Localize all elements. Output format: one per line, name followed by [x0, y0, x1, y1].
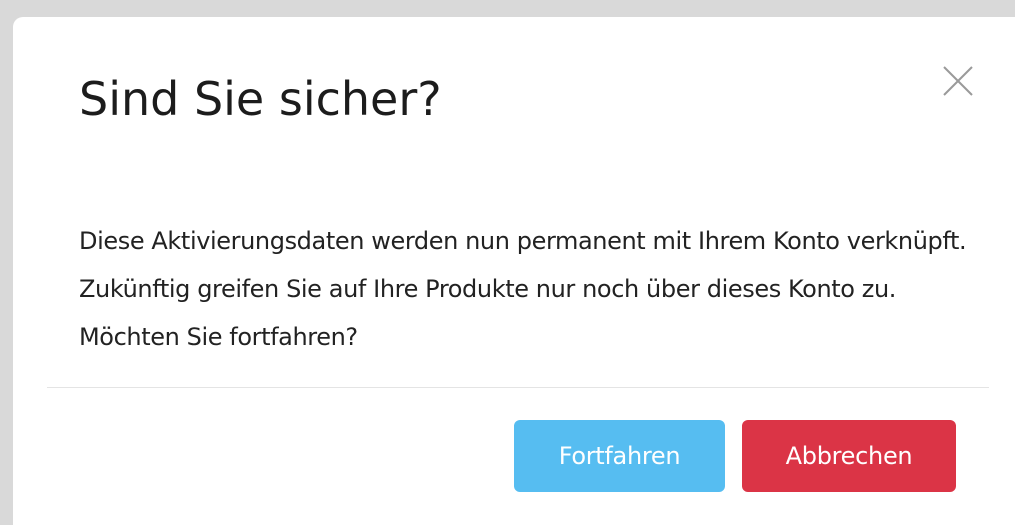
footer-divider [47, 387, 989, 388]
dialog-title: Sind Sie sicher? [79, 72, 442, 126]
close-icon[interactable] [940, 63, 976, 99]
cancel-button[interactable]: Abbrechen [742, 420, 956, 492]
continue-button[interactable]: Fortfahren [514, 420, 725, 492]
confirmation-dialog: Sind Sie sicher? Diese Aktivierungsdaten… [13, 17, 1015, 525]
dialog-message: Diese Aktivierungsdaten werden nun perma… [79, 227, 967, 351]
